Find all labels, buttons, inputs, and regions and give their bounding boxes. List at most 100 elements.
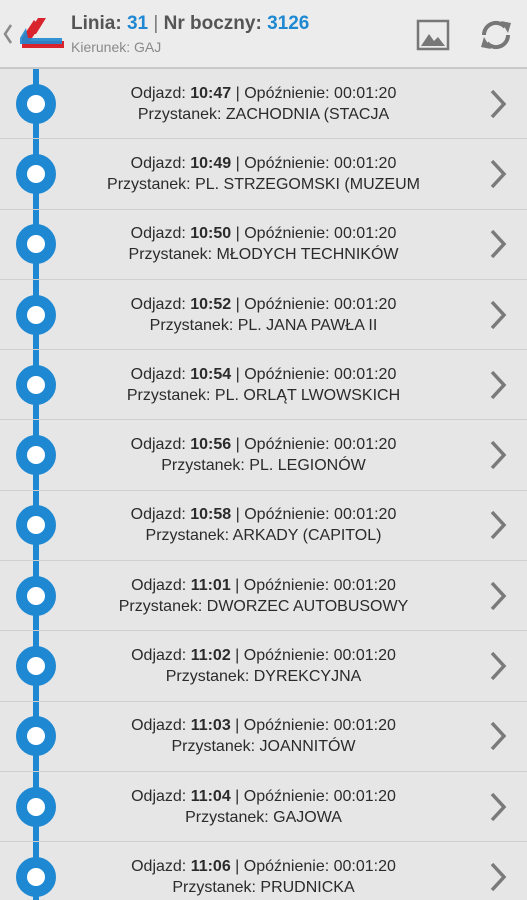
chevron-right-icon[interactable] [488, 299, 508, 331]
chevron-right-icon[interactable] [488, 369, 508, 401]
stop-name: Przystanek: PL. STRZEGOMSKI (MUZEUM [107, 175, 420, 193]
departure-time: 11:03 [190, 717, 231, 735]
delay-text: | Opóźnienie: 00:01:20 [230, 787, 396, 805]
stop-name: Przystanek: GAJOWA [185, 808, 342, 826]
stop-name: Przystanek: PL. LEGIONÓW [161, 457, 366, 475]
stop-info: Odjazd: 10:58 | Opóźnienie: 00:01:20 Przy… [60, 504, 467, 546]
stop-row[interactable]: Odjazd: 10:47 | Opóźnienie: 00:01:20 Przy… [0, 69, 527, 140]
stop-row[interactable]: Odjazd: 10:58 | Opóźnienie: 00:01:20 Przy… [0, 491, 527, 562]
departure-line: Odjazd: 11:02 | Opóźnienie: 00:01:20 [60, 645, 467, 666]
departure-time: 10:50 [190, 225, 232, 243]
departure-label: Odjazd: [131, 857, 187, 875]
chevron-right-icon[interactable] [488, 720, 508, 752]
stop-name: Przystanek: DWORZEC AUTOBUSOWY [118, 597, 409, 615]
stop-info: Odjazd: 11:04 | Opóźnienie: 00:01:20 Przy… [60, 786, 467, 828]
departure-label: Odjazd: [130, 225, 186, 243]
stop-row[interactable]: Odjazd: 10:54 | Opóźnienie: 00:01:20 Przy… [0, 350, 527, 421]
departure-line: Odjazd: 11:06 | Opóźnienie: 00:01:20 [60, 856, 467, 877]
departure-line: Odjazd: 10:47 | Opóźnienie: 00:01:20 [60, 83, 467, 104]
chevron-right-icon[interactable] [488, 861, 508, 893]
stop-info: Odjazd: 10:52 | Opóźnienie: 00:01:20 Przy… [60, 294, 467, 336]
departure-line: Odjazd: 10:56 | Opóźnienie: 00:01:20 [60, 434, 467, 455]
stop-marker-icon [16, 435, 56, 476]
app-header: Linia: 31 | Nr boczny: 3126 Kierunek: GA… [0, 0, 527, 69]
stop-marker-icon [16, 786, 56, 827]
delay-text: | Opóźnienie: 00:01:20 [231, 436, 397, 454]
stop-name: Przystanek: ARKADY (CAPITOL) [145, 527, 382, 545]
stop-row[interactable]: Odjazd: 11:02 | Opóźnienie: 00:01:20 Przy… [0, 631, 527, 702]
image-icon[interactable] [411, 14, 455, 56]
delay-text: | Opóźnienie: 00:01:20 [231, 84, 397, 102]
departure-time: 10:47 [190, 84, 232, 102]
chevron-right-icon[interactable] [488, 88, 508, 120]
departure-time: 11:01 [190, 576, 231, 594]
stop-info: Odjazd: 11:06 | Opóźnienie: 00:01:20 Przy… [60, 856, 467, 898]
delay-text: | Opóźnienie: 00:01:20 [230, 647, 396, 665]
app-logo[interactable] [16, 14, 68, 54]
departure-time: 11:04 [190, 787, 231, 805]
departure-time: 11:06 [190, 857, 231, 875]
direction-subtitle: Kierunek: GAJ [71, 39, 162, 55]
stop-row[interactable]: Odjazd: 10:49 | Opóźnienie: 00:01:20 Przy… [0, 139, 527, 210]
vehicle-label: Nr boczny: [163, 13, 262, 34]
stop-info: Odjazd: 10:49 | Opóźnienie: 00:01:20 Przy… [60, 153, 467, 195]
delay-text: | Opóźnienie: 00:01:20 [231, 295, 397, 313]
departure-line: Odjazd: 10:52 | Opóźnienie: 00:01:20 [60, 294, 467, 315]
stop-name: Przystanek: ZACHODNIA (STACJA [137, 105, 390, 123]
stop-row[interactable]: Odjazd: 10:52 | Opóźnienie: 00:01:20 Przy… [0, 280, 527, 351]
vehicle-number: 3126 [267, 13, 310, 34]
delay-text: | Opóźnienie: 00:01:20 [231, 506, 397, 524]
departure-label: Odjazd: [130, 154, 186, 172]
chevron-right-icon[interactable] [488, 650, 508, 682]
departure-label: Odjazd: [130, 84, 186, 102]
stop-row[interactable]: Odjazd: 11:03 | Opóźnienie: 00:01:20 Przy… [0, 702, 527, 772]
departure-label: Odjazd: [130, 295, 186, 313]
departure-time: 10:49 [190, 154, 232, 172]
stop-name: Przystanek: DYREKCYJNA [165, 668, 362, 686]
refresh-icon[interactable] [474, 14, 518, 56]
line-label: Linia: [71, 13, 122, 34]
departure-line: Odjazd: 11:01 | Opóźnienie: 00:01:20 [60, 575, 467, 596]
stop-row[interactable]: Odjazd: 11:01 | Opóźnienie: 00:01:20 Przy… [0, 561, 527, 632]
stop-info: Odjazd: 10:47 | Opóźnienie: 00:01:20 Przy… [60, 83, 467, 125]
chevron-right-icon[interactable] [488, 158, 508, 190]
chevron-right-icon[interactable] [488, 509, 508, 541]
page-title: Linia: 31 | Nr boczny: 3126 [71, 13, 309, 35]
departure-time: 10:56 [190, 436, 232, 454]
departure-time: 10:58 [190, 506, 232, 524]
stops-list: Odjazd: 10:47 | Opóźnienie: 00:01:20 Przy… [0, 69, 527, 900]
stop-info: Odjazd: 11:03 | Opóźnienie: 00:01:20 Przy… [60, 715, 467, 757]
stop-name: Przystanek: PL. JANA PAWŁA II [149, 316, 378, 334]
stop-row[interactable]: Odjazd: 10:50 | Opóźnienie: 00:01:20 Przy… [0, 210, 527, 280]
chevron-right-icon[interactable] [488, 791, 508, 823]
departure-time: 11:02 [190, 647, 231, 665]
line-number: 31 [126, 13, 149, 34]
stop-info: Odjazd: 10:56 | Opóźnienie: 00:01:20 Przy… [60, 434, 467, 476]
stop-row[interactable]: Odjazd: 11:06 | Opóźnienie: 00:01:20 Przy… [0, 842, 527, 900]
departure-line: Odjazd: 10:54 | Opóźnienie: 00:01:20 [60, 364, 467, 385]
stop-marker-icon [16, 856, 56, 897]
delay-text: | Opóźnienie: 00:01:20 [230, 576, 396, 594]
chevron-right-icon[interactable] [488, 228, 508, 260]
departure-label: Odjazd: [131, 787, 187, 805]
stop-name: Przystanek: PRUDNICKA [172, 878, 355, 896]
stop-row[interactable]: Odjazd: 11:04 | Opóźnienie: 00:01:20 Przy… [0, 772, 527, 843]
stop-info: Odjazd: 10:54 | Opóźnienie: 00:01:20 Przy… [60, 364, 467, 406]
delay-text: | Opóźnienie: 00:01:20 [230, 717, 396, 735]
stop-marker-icon [16, 646, 56, 687]
stop-marker-icon [16, 364, 56, 405]
back-chevron-icon[interactable] [3, 23, 13, 45]
chevron-right-icon[interactable] [488, 439, 508, 471]
stop-info: Odjazd: 10:50 | Opóźnienie: 00:01:20 Przy… [60, 223, 467, 265]
stop-name: Przystanek: PL. ORLĄT LWOWSKICH [126, 386, 401, 404]
title-separator: | [153, 13, 159, 34]
chevron-right-icon[interactable] [488, 580, 508, 612]
departure-label: Odjazd: [131, 576, 187, 594]
departure-label: Odjazd: [130, 365, 186, 383]
departure-line: Odjazd: 11:03 | Opóźnienie: 00:01:20 [60, 715, 467, 736]
departure-label: Odjazd: [131, 647, 187, 665]
stop-row[interactable]: Odjazd: 10:56 | Opóźnienie: 00:01:20 Przy… [0, 420, 527, 491]
delay-text: | Opóźnienie: 00:01:20 [231, 154, 397, 172]
delay-text: | Opóźnienie: 00:01:20 [231, 365, 397, 383]
delay-text: | Opóźnienie: 00:01:20 [230, 857, 396, 875]
